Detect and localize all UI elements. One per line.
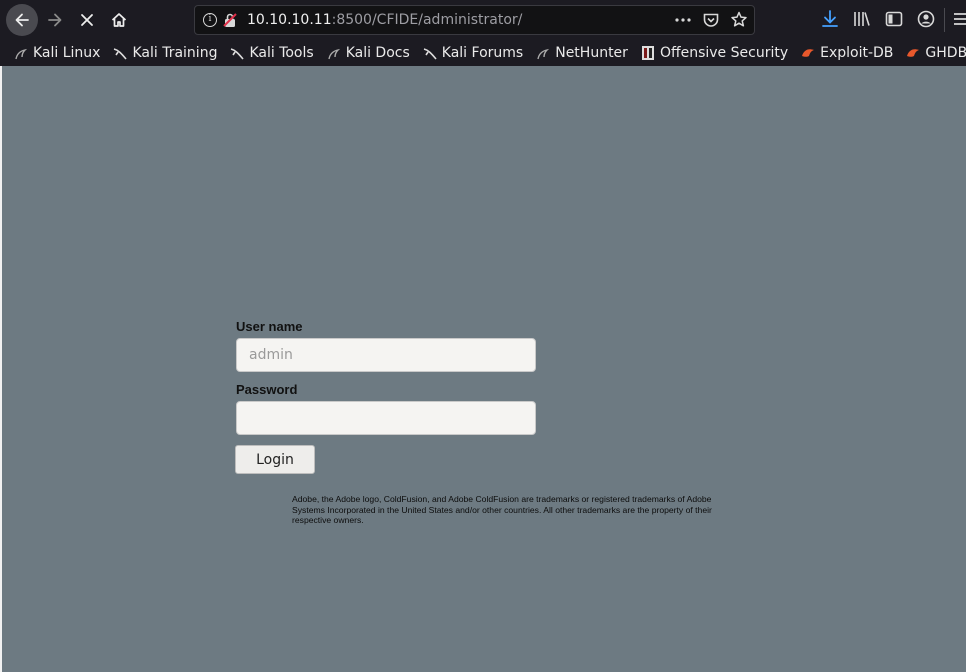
- close-icon: [81, 14, 93, 26]
- bookmarks-bar: Kali Linux Kali Training Kali Tools Kali…: [0, 40, 966, 66]
- bookmark-nethunter[interactable]: NetHunter: [536, 45, 628, 61]
- pocket-icon[interactable]: [702, 10, 720, 30]
- bookmark-kali-forums[interactable]: Kali Forums: [423, 45, 523, 61]
- exploitdb-icon: [802, 49, 815, 57]
- kali-dragon-icon: [114, 48, 128, 60]
- kali-dragon-icon: [328, 48, 340, 60]
- bookmark-label: Exploit-DB: [820, 45, 894, 61]
- library-icon[interactable]: [851, 9, 871, 29]
- url-actions: [674, 10, 748, 30]
- bookmark-label: Kali Forums: [441, 45, 524, 61]
- stop-button[interactable]: [72, 5, 102, 35]
- trademark-notice: Adobe, the Adobe logo, ColdFusion, and A…: [292, 494, 712, 525]
- bookmark-offensive-security[interactable]: Offensive Security: [641, 45, 788, 61]
- bookmark-kali-tools[interactable]: Kali Tools: [230, 45, 314, 61]
- browser-chrome: i 10.10.10.11:8500/CFIDE/administrator/ …: [0, 0, 966, 66]
- bookmark-label: Kali Linux: [33, 45, 101, 61]
- more-icon[interactable]: [674, 10, 692, 30]
- url-path: :8500/CFIDE/administrator/: [331, 12, 523, 28]
- arrow-left-icon: [15, 13, 29, 27]
- bookmark-label: Offensive Security: [659, 45, 789, 61]
- url-text[interactable]: 10.10.10.11:8500/CFIDE/administrator/: [247, 12, 522, 28]
- address-bar[interactable]: i 10.10.10.11:8500/CFIDE/administrator/: [194, 5, 755, 35]
- bookmark-kali-training[interactable]: Kali Training: [113, 45, 217, 61]
- bookmark-label: Kali Docs: [345, 45, 410, 61]
- bookmark-kali-docs[interactable]: Kali Docs: [327, 45, 410, 61]
- username-input[interactable]: [236, 338, 536, 372]
- kali-dragon-icon: [537, 48, 550, 60]
- kali-dragon-icon: [15, 48, 28, 60]
- forward-button[interactable]: [40, 5, 70, 35]
- sidebar-icon[interactable]: [884, 9, 904, 29]
- username-label: User name: [236, 319, 303, 334]
- bookmark-label: GHDB: [925, 45, 966, 61]
- bookmark-kali-linux[interactable]: Kali Linux: [14, 45, 100, 61]
- bookmark-ghdb[interactable]: GHDB: [906, 45, 966, 61]
- home-icon: [111, 13, 127, 27]
- bookmark-label: Kali Tools: [249, 45, 314, 61]
- back-button[interactable]: [6, 4, 38, 36]
- home-button[interactable]: [104, 5, 134, 35]
- insecure-lock-icon[interactable]: [223, 12, 237, 28]
- offsec-icon: [641, 46, 654, 60]
- password-label: Password: [236, 382, 298, 397]
- kali-dragon-icon: [423, 48, 437, 60]
- bookmark-exploit-db[interactable]: Exploit-DB: [801, 45, 893, 61]
- password-input[interactable]: [236, 401, 536, 435]
- download-icon[interactable]: [820, 9, 840, 29]
- info-icon[interactable]: i: [203, 13, 217, 27]
- page-left-edge: [0, 66, 2, 672]
- url-host: 10.10.10.11: [247, 12, 332, 28]
- star-icon[interactable]: [730, 10, 748, 30]
- toolbar-divider: [944, 8, 945, 32]
- bookmark-label: NetHunter: [555, 45, 628, 61]
- hamburger-icon[interactable]: [952, 9, 966, 29]
- navigation-toolbar: i 10.10.10.11:8500/CFIDE/administrator/: [0, 0, 966, 40]
- bookmark-label: Kali Training: [132, 45, 218, 61]
- kali-dragon-icon: [231, 48, 245, 60]
- login-button[interactable]: Login: [235, 445, 315, 474]
- exploitdb-icon: [907, 49, 920, 57]
- account-icon[interactable]: [916, 9, 936, 29]
- arrow-right-icon: [48, 13, 62, 27]
